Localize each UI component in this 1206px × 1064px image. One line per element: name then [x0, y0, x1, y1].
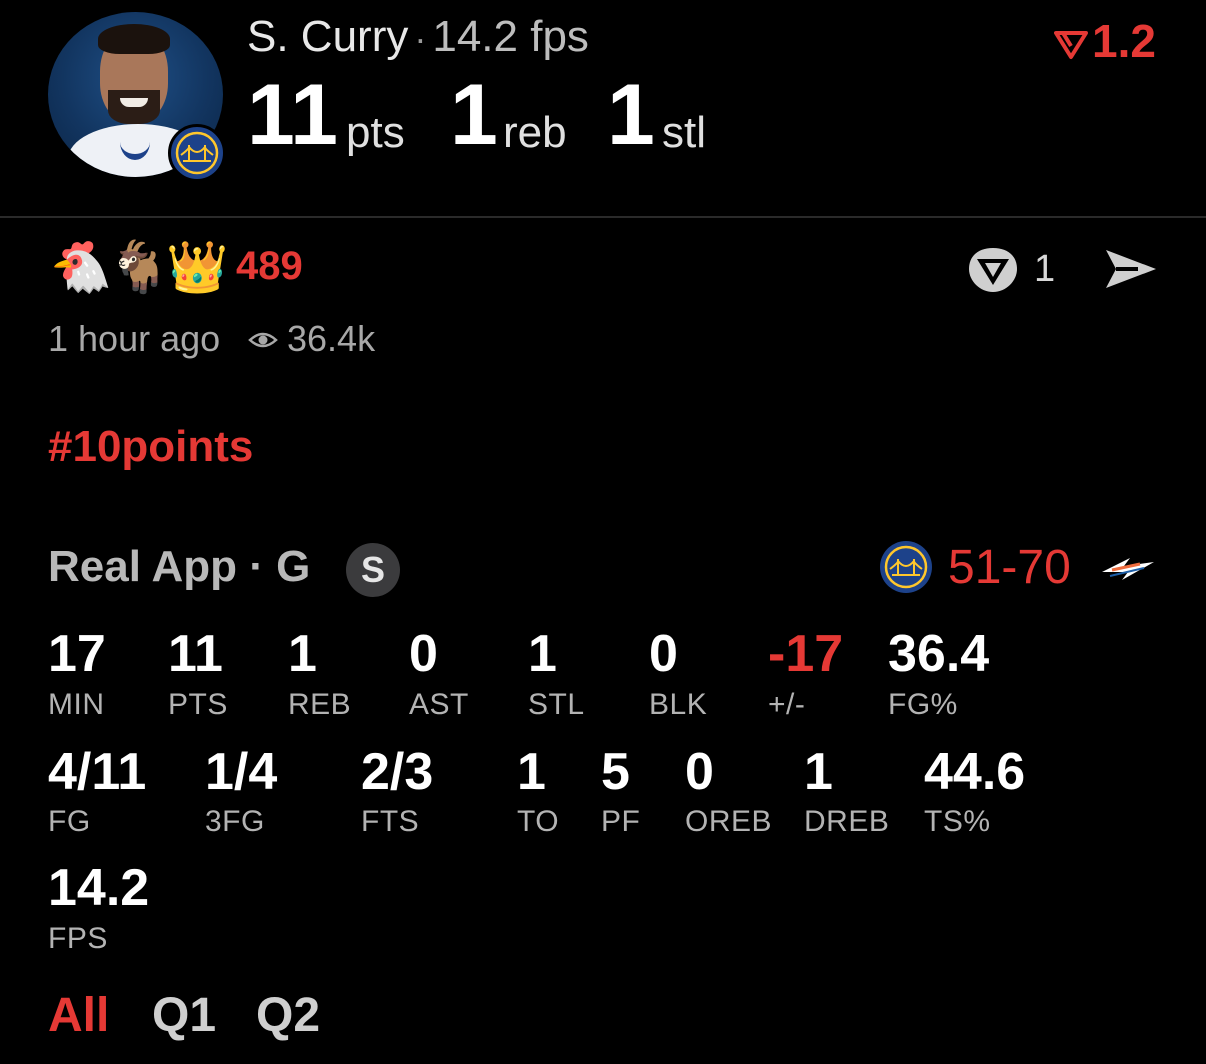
stat-label-3fg: 3FG — [205, 805, 265, 838]
stat-label-fps: FPS — [48, 922, 108, 955]
stat-value-reb: 1 — [288, 625, 317, 683]
headline-points-unit: pts — [346, 108, 405, 157]
thunder-logo-icon[interactable] — [1100, 552, 1156, 584]
stat-value-stl: 1 — [528, 625, 557, 683]
game-score[interactable]: 51-70 — [948, 540, 1071, 595]
player-hair — [98, 24, 170, 54]
headline-steals-value: 1 — [607, 67, 655, 163]
reaction-count[interactable]: 489 — [236, 244, 303, 289]
post-time: 1 hour ago — [48, 318, 221, 359]
header-divider — [0, 216, 1206, 218]
player-name[interactable]: S. Curry — [247, 12, 408, 61]
stat-label-ast: AST — [409, 688, 469, 721]
stat-label-fg-pct: FG% — [888, 688, 958, 721]
eye-icon — [248, 332, 278, 348]
player-name-line: S. Curry · 14.2 fps — [247, 12, 589, 62]
send-icon[interactable] — [1102, 244, 1158, 294]
stat-value-pf: 5 — [601, 743, 630, 801]
stat-label-fts: FTS — [361, 805, 420, 838]
stat-label-blk: BLK — [649, 688, 708, 721]
tab-q2[interactable]: Q2 — [256, 988, 320, 1043]
stat-value-fg: 4/11 — [48, 743, 147, 801]
tab-q1[interactable]: Q1 — [152, 988, 216, 1043]
t-shield-icon[interactable] — [965, 245, 1021, 295]
stat-value-fps: 14.2 — [48, 859, 150, 917]
stat-value-ast: 0 — [409, 625, 438, 683]
stat-label-fg: FG — [48, 805, 91, 838]
player-fps: 14.2 fps — [432, 12, 589, 61]
headline-rebounds-value: 1 — [450, 67, 498, 163]
crown-emoji-icon[interactable]: 👑 — [166, 238, 228, 297]
hashtag-link[interactable]: #10points — [48, 422, 253, 472]
stat-value-pts: 11 — [168, 625, 223, 683]
stat-label-reb: REB — [288, 688, 352, 721]
down-arrow-icon — [1054, 30, 1089, 59]
stat-value-fg-pct: 36.4 — [888, 625, 990, 683]
headline-points-value: 11 — [247, 67, 338, 163]
stat-value-plus-minus: -17 — [768, 625, 844, 683]
stat-label-min: MIN — [48, 688, 105, 721]
stat-label-oreb: OREB — [685, 805, 773, 838]
stat-value-to: 1 — [517, 743, 546, 801]
stat-label-dreb: DREB — [804, 805, 890, 838]
stat-value-oreb: 0 — [685, 743, 714, 801]
score-change: 1.2 — [1054, 14, 1156, 68]
warriors-badge-icon — [168, 124, 226, 182]
headline-rebounds-unit: reb — [503, 108, 567, 157]
headline-steals-unit: stl — [662, 108, 706, 157]
stat-label-ts-pct: TS% — [924, 805, 991, 838]
stat-value-ts-pct: 44.6 — [924, 743, 1026, 801]
stat-label-pts: PTS — [168, 688, 228, 721]
chicken-emoji-icon[interactable]: 🐔 — [50, 238, 112, 297]
stat-label-to: TO — [517, 805, 560, 838]
stat-value-min: 17 — [48, 625, 106, 683]
stat-value-3fg: 1/4 — [205, 743, 278, 801]
view-count: 36.4k — [287, 318, 376, 359]
warriors-logo-icon[interactable] — [880, 541, 932, 593]
source-badge: S — [346, 543, 400, 597]
vote-count: 1 — [1034, 248, 1056, 290]
stat-value-fts: 2/3 — [361, 743, 434, 801]
jersey-collar — [120, 124, 150, 160]
stat-value-dreb: 1 — [804, 743, 833, 801]
stat-value-blk: 0 — [649, 625, 678, 683]
player-beard — [108, 90, 160, 124]
stat-label-pf: PF — [601, 805, 641, 838]
score-change-value: 1.2 — [1092, 15, 1156, 67]
stat-label-plus-minus: +/- — [768, 688, 806, 721]
tab-all[interactable]: All — [48, 988, 109, 1043]
stat-label-stl: STL — [528, 688, 585, 721]
source-label: Real App · G — [48, 542, 311, 591]
goat-emoji-icon[interactable]: 🐐 — [108, 238, 170, 297]
separator-dot: · — [414, 18, 427, 59]
